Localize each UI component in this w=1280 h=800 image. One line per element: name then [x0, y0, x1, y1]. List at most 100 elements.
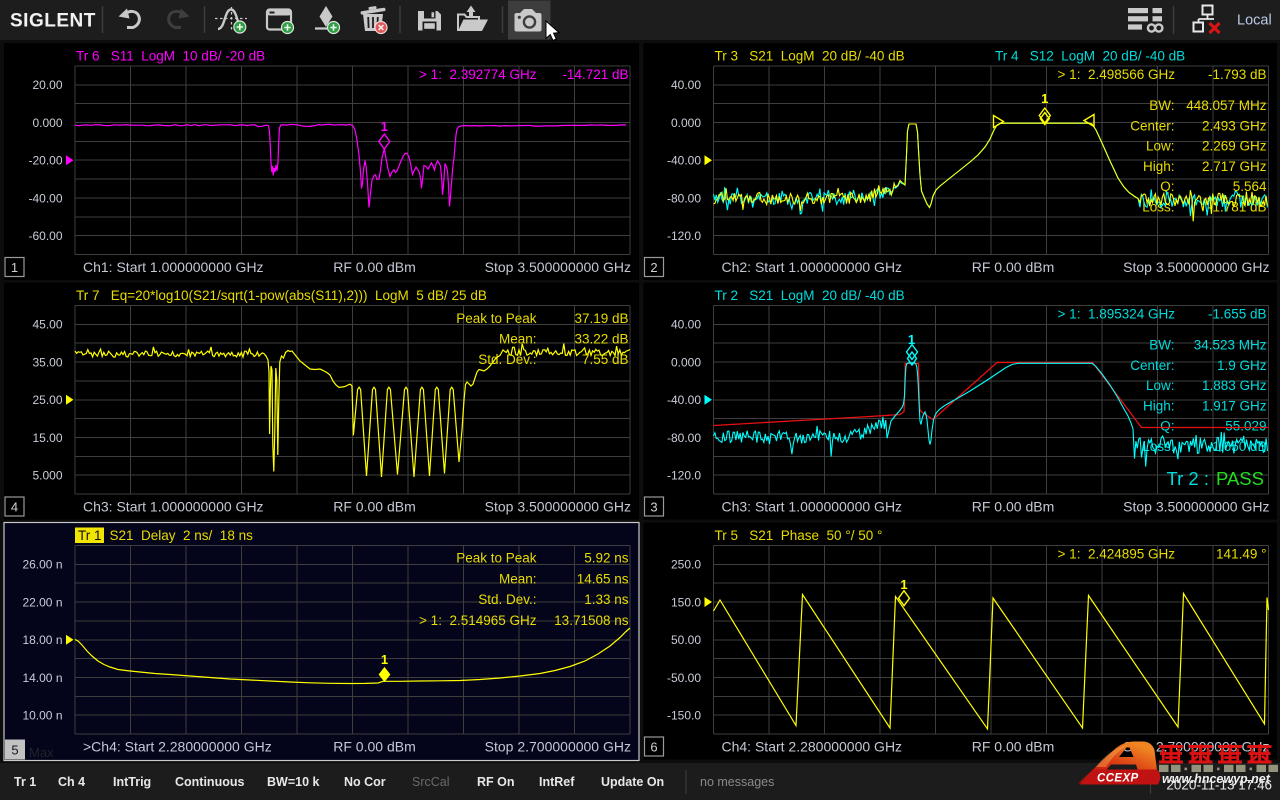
svg-text:RF 0.00 dBm: RF 0.00 dBm — [972, 259, 1054, 275]
svg-text:Stop 2.700000000 GHz: Stop 2.700000000 GHz — [485, 739, 631, 755]
svg-text:5: 5 — [11, 742, 18, 757]
svg-text:Peak to Peak: Peak to Peak — [456, 311, 537, 326]
svg-text:PASS: PASS — [1216, 468, 1264, 489]
svg-text:0.000: 0.000 — [671, 355, 701, 369]
svg-text:-1.793 dB: -1.793 dB — [1208, 67, 1267, 82]
svg-text:14.00 n: 14.00 n — [22, 671, 62, 685]
svg-text:10.00 n: 10.00 n — [22, 708, 62, 722]
svg-text:RF 0.00 dBm: RF 0.00 dBm — [972, 739, 1054, 755]
svg-text:Mean:: Mean: — [499, 571, 537, 586]
svg-text:Max: Max — [29, 745, 54, 760]
svg-text:> 1: 2.424895 GHz: > 1: 2.424895 GHz — [1058, 547, 1176, 562]
svg-text:5.92 ns: 5.92 ns — [584, 551, 629, 566]
svg-text:25.00: 25.00 — [32, 393, 62, 407]
svg-text:18.00 n: 18.00 n — [22, 633, 62, 647]
svg-text:No Cor: No Cor — [344, 775, 386, 789]
svg-text:Stop 3.500000000 GHz: Stop 3.500000000 GHz — [485, 259, 631, 275]
svg-text:High:: High: — [1143, 159, 1175, 174]
svg-text:35.00: 35.00 — [32, 355, 62, 369]
svg-text:50.00: 50.00 — [671, 633, 701, 647]
svg-text:15.00: 15.00 — [32, 431, 62, 445]
svg-text:-120.0: -120.0 — [667, 229, 701, 243]
svg-text:-80.00: -80.00 — [667, 191, 701, 205]
svg-text:0.000: 0.000 — [671, 116, 701, 130]
svg-text:Stop 3.500000000 GHz: Stop 3.500000000 GHz — [1123, 259, 1269, 275]
svg-text:-40.00: -40.00 — [667, 393, 701, 407]
svg-text:2.717 GHz: 2.717 GHz — [1202, 159, 1267, 174]
svg-text:> 1: 2.514965 GHz: > 1: 2.514965 GHz — [419, 613, 537, 628]
svg-text:-50.00: -50.00 — [667, 671, 701, 685]
svg-text:no messages: no messages — [700, 775, 774, 789]
svg-text:-1.655 dB: -1.655 dB — [1208, 307, 1267, 322]
svg-text:1: 1 — [381, 652, 388, 667]
svg-text:6: 6 — [650, 739, 657, 754]
svg-text:14.65 ns: 14.65 ns — [577, 571, 629, 586]
svg-text:Low:: Low: — [1146, 378, 1175, 393]
svg-text:Stop 3.500000000 GHz: Stop 3.500000000 GHz — [485, 499, 631, 515]
svg-text:-150.0: -150.0 — [667, 708, 701, 722]
svg-text:Local: Local — [1237, 13, 1272, 29]
svg-text:250.0: 250.0 — [671, 558, 701, 572]
svg-text:Tr 5 S21 Phase 50 °/ 50 °: Tr 5 S21 Phase 50 °/ 50 ° — [715, 528, 883, 543]
svg-text:5.564: 5.564 — [1233, 179, 1267, 194]
svg-text:40.00: 40.00 — [671, 78, 701, 92]
svg-text:Tr 6 S11 LogM 10 dB/ -20 d: Tr 6 S11 LogM 10 dB/ -20 dB — [76, 49, 265, 64]
svg-text:1.883 GHz: 1.883 GHz — [1202, 378, 1267, 393]
svg-text:IntRef: IntRef — [539, 775, 575, 789]
svg-text:33.22 dB: 33.22 dB — [574, 332, 628, 347]
svg-text:20.00: 20.00 — [32, 78, 62, 92]
svg-text:45.00: 45.00 — [32, 318, 62, 332]
svg-text:Center:: Center: — [1130, 358, 1174, 373]
svg-text:-20.00: -20.00 — [28, 154, 62, 168]
svg-text:Stop 3.500000000 GHz: Stop 3.500000000 GHz — [1123, 499, 1269, 515]
svg-text:Ch4: Start 2.280000000 GHz: Ch4: Start 2.280000000 GHz — [722, 739, 903, 755]
svg-text:Peak to Peak: Peak to Peak — [456, 551, 537, 566]
svg-text:RF On: RF On — [477, 775, 515, 789]
svg-text:-14.721 dB: -14.721 dB — [562, 67, 628, 82]
svg-text:Q:: Q: — [1160, 419, 1174, 434]
svg-text:-40.00: -40.00 — [667, 154, 701, 168]
svg-text:> 1: 2.392774 GHz: > 1: 2.392774 GHz — [419, 67, 537, 82]
svg-text:> 1: 1.895324 GHz: > 1: 1.895324 GHz — [1058, 307, 1176, 322]
svg-text:Center:: Center: — [1130, 118, 1174, 133]
svg-text:SrcCal: SrcCal — [412, 775, 450, 789]
svg-text:5.000: 5.000 — [32, 468, 62, 482]
svg-text:BW:: BW: — [1149, 338, 1174, 353]
svg-text:1: 1 — [1041, 91, 1048, 106]
svg-text:2.493 GHz: 2.493 GHz — [1202, 118, 1267, 133]
svg-text:150.0: 150.0 — [671, 595, 701, 609]
svg-text:RF 0.00 dBm: RF 0.00 dBm — [333, 499, 415, 515]
svg-text:Tr 1: Tr 1 — [78, 528, 102, 543]
svg-text:-120.0: -120.0 — [667, 468, 701, 482]
svg-text:0.000: 0.000 — [32, 116, 62, 130]
svg-text:> 1: 2.498566 GHz: > 1: 2.498566 GHz — [1058, 67, 1176, 82]
svg-text:SIGLENT: SIGLENT — [10, 11, 96, 32]
svg-text:-60.00: -60.00 — [28, 229, 62, 243]
svg-text:RF 0.00 dBm: RF 0.00 dBm — [972, 499, 1054, 515]
svg-text:Tr 3 S21 LogM 20 dB/ -40 d: Tr 3 S21 LogM 20 dB/ -40 dB — [715, 49, 905, 64]
svg-text:Mean:: Mean: — [499, 332, 537, 347]
svg-text:13.71508 ns: 13.71508 ns — [554, 613, 629, 628]
svg-text:-40.00: -40.00 — [28, 191, 62, 205]
svg-text:Ch2: Start 1.000000000 GHz: Ch2: Start 1.000000000 GHz — [722, 259, 903, 275]
svg-text:Tr 7 Eq=20*log10(S21/sqrt(1-: Tr 7 Eq=20*log10(S21/sqrt(1-pow(abs(S11)… — [76, 288, 487, 303]
svg-text:S21 Delay 2 ns/ 18 ns: S21 Delay 2 ns/ 18 ns — [110, 528, 254, 543]
svg-text:Tr 2 S21 LogM 20 dB/ -40 d: Tr 2 S21 LogM 20 dB/ -40 dB — [715, 288, 905, 303]
svg-text:Tr 2 :: Tr 2 : — [1167, 468, 1209, 489]
svg-text:2: 2 — [650, 260, 657, 275]
svg-text:1: 1 — [908, 332, 915, 347]
svg-text:Continuous: Continuous — [175, 775, 244, 789]
svg-text:Low:: Low: — [1146, 139, 1175, 154]
svg-text:Ch3: Start 1.000000000 GHz: Ch3: Start 1.000000000 GHz — [83, 499, 264, 515]
svg-text:55.029: 55.029 — [1225, 419, 1266, 434]
svg-text:1.917 GHz: 1.917 GHz — [1202, 398, 1267, 413]
svg-text:37.19 dB: 37.19 dB — [574, 311, 628, 326]
svg-text:4: 4 — [11, 499, 18, 514]
svg-text:Update On: Update On — [601, 775, 664, 789]
svg-text:26.00 n: 26.00 n — [22, 558, 62, 572]
svg-text:22.00 n: 22.00 n — [22, 595, 62, 609]
svg-text:Ch3: Start 1.000000000 GHz: Ch3: Start 1.000000000 GHz — [722, 499, 903, 515]
svg-text:>Ch4: Start 2.280000000 GHz: >Ch4: Start 2.280000000 GHz — [83, 739, 272, 755]
svg-text:448.057 MHz: 448.057 MHz — [1186, 98, 1267, 113]
svg-text:2.269 GHz: 2.269 GHz — [1202, 139, 1267, 154]
